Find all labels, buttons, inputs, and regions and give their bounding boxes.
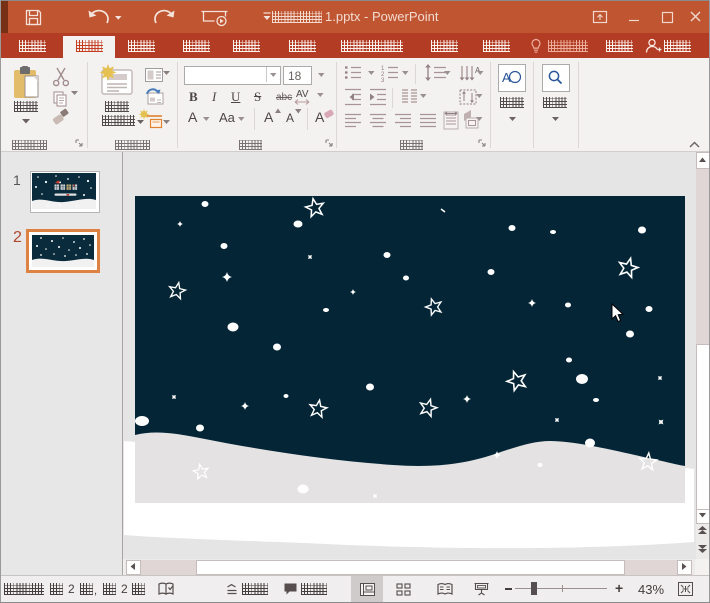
svg-text:3: 3 (381, 78, 385, 84)
